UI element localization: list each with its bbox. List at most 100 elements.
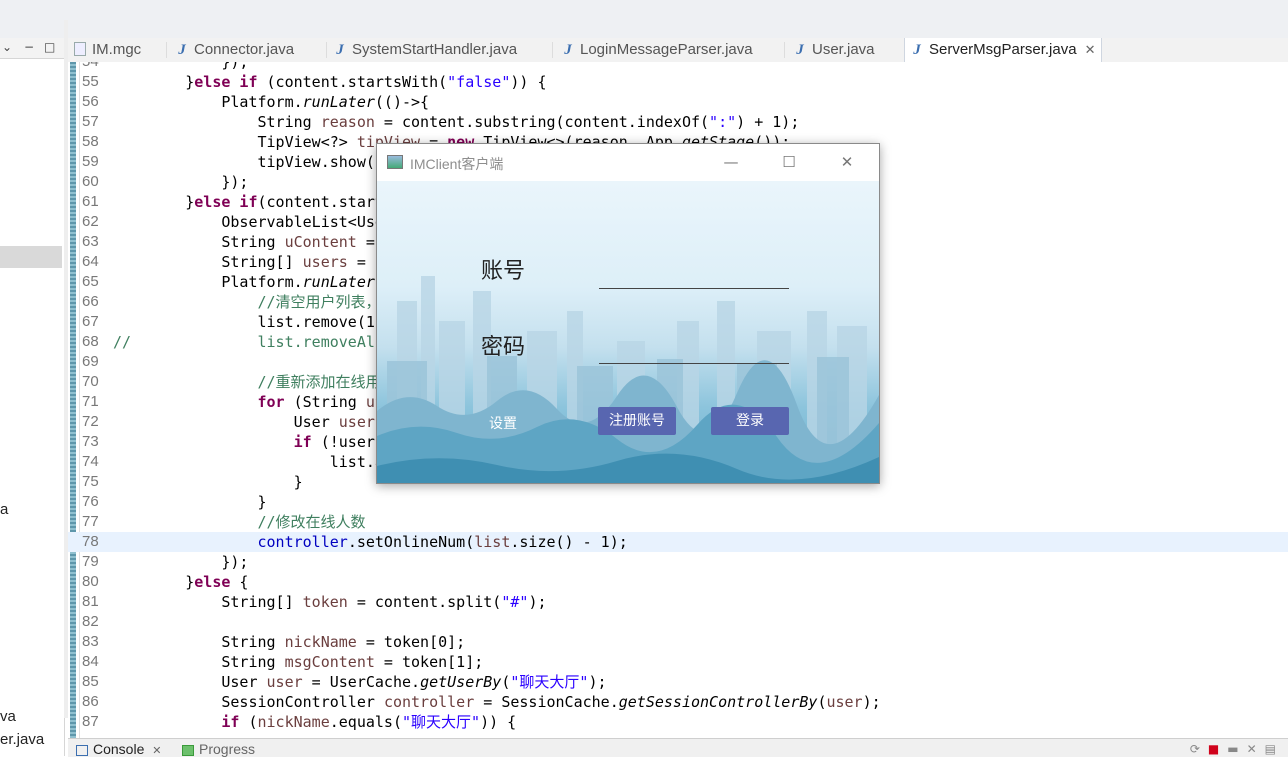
code-line: 84 String msgContent = token[1]; [68,652,1288,672]
code-line: 81 String[] token = content.split("#"); [68,592,1288,612]
code-text: // list.removeAll(); [113,333,412,351]
line-number: 56 [82,93,99,110]
code-text: if (nickName.equals("聊天大厅")) { [221,713,517,731]
java-file-icon: J [336,42,344,58]
code-text: String reason = content.substring(conten… [113,113,800,131]
selected-tree-item[interactable] [0,246,62,268]
code-line: 80 }else { [68,572,1288,592]
code-line: 54 }); [68,62,1288,72]
line-number: 74 [82,453,99,470]
line-number: 64 [82,253,99,270]
minimize-view-icon[interactable]: − [24,40,34,54]
line-number: 63 [82,233,99,250]
code-line: 76 } [68,492,1288,512]
remove-launch-icon[interactable]: ▬ [1227,742,1246,756]
current-code-line: 78 controller.setOnlineNum(list.size() -… [68,532,1288,552]
progress-icon [182,744,194,756]
account-input-underline [599,288,789,289]
line-number: 83 [82,633,99,650]
tree-item[interactable]: va [0,708,16,725]
line-number: 86 [82,693,99,710]
settings-button[interactable]: 设置 [489,413,517,433]
line-number: 67 [82,313,99,330]
tab-im-mgc[interactable]: IM.mgc [74,38,141,62]
view-menu-chevron-icon[interactable]: ⌄ [2,40,12,54]
line-number: 70 [82,373,99,390]
tab-label: ServerMsgParser.java [929,41,1077,58]
code-line: 86 SessionController controller = Sessio… [68,692,1288,712]
login-form: 账号 密码 设置 注册账号 登录 [377,181,879,483]
clear-console-icon[interactable]: ▤ [1265,742,1284,756]
tab-divider [784,42,785,58]
tab-label: Connector.java [194,41,295,58]
line-number: 72 [82,413,99,430]
line-number: 54 [82,62,108,72]
tab-label: IM.mgc [92,41,142,58]
close-tab-icon[interactable]: ✕ [1085,42,1096,57]
login-button[interactable]: 登录 [711,407,789,435]
console-icon [76,744,88,756]
code-line: 85 User user = UserCache.getUserBy("聊天大厅… [68,672,1288,692]
maximize-view-icon[interactable]: □ [44,40,55,54]
package-explorer-toolbar: ⌄ − □ [0,38,64,59]
tree-item[interactable]: er.java [0,731,44,748]
tab-progress[interactable]: Progress [182,742,255,757]
account-input[interactable] [599,251,789,287]
tab-loginmessageparser-java[interactable]: J LoginMessageParser.java [562,38,752,62]
tab-systemstarthandler-java[interactable]: J SystemStartHandler.java [334,38,517,62]
line-number: 87 [82,713,99,730]
code-text: }else if (content.startsWith("false")) { [113,73,547,91]
line-number: 78 [82,533,99,550]
password-input-underline [599,363,789,364]
tab-user-java[interactable]: J User.java [794,38,874,62]
code-text: String nickName = token[0]; [113,633,466,651]
window-titlebar[interactable]: IMClient客户端 — ☐ ✕ [377,144,879,181]
code-line: 79 }); [68,552,1288,572]
tab-servermsgparser-java[interactable]: J ServerMsgParser.java ✕ [904,38,1103,62]
line-number: 59 [82,153,99,170]
register-button[interactable]: 注册账号 [598,407,676,435]
close-button[interactable]: ✕ [827,150,867,174]
minimize-button[interactable]: — [711,150,751,174]
password-input[interactable] [599,327,789,363]
file-mgc-icon [74,42,86,57]
code-text: //重新添加在线用户 [257,373,396,391]
imclient-login-window: IMClient客户端 — ☐ ✕ 账号 密码 设置 注册账号 登录 [376,143,880,484]
code-text: }); [113,173,249,191]
code-line: 77 //修改在线人数 [68,512,1288,532]
code-line: 87 if (nickName.equals("聊天大厅")) { [68,712,1288,732]
tab-connector-java[interactable]: J Connector.java [176,38,294,62]
code-line: 55 }else if (content.startsWith("false")… [68,72,1288,92]
tab-label: SystemStartHandler.java [352,41,518,58]
tab-divider [166,42,167,58]
line-number: 71 [82,393,99,410]
tab-console[interactable]: Console ✕ [76,742,161,757]
line-number: 60 [82,173,99,190]
code-text: } [113,473,303,491]
line-number: 79 [82,553,99,570]
line-number: 84 [82,653,99,670]
line-number: 80 [82,573,99,590]
code-text: }); [113,553,249,571]
close-tab-icon[interactable]: ✕ [152,745,161,757]
window-title: IMClient客户端 [410,156,504,172]
code-text: User user = UserCache.getUserBy("聊天大厅"); [113,673,607,691]
code-line: 82 [68,612,1288,632]
line-number: 82 [82,613,99,630]
line-number: 81 [82,593,99,610]
tree-item[interactable]: a [0,501,8,518]
tab-label: Progress [199,741,256,757]
code-text: SessionController controller = SessionCa… [113,693,881,711]
code-text: String msgContent = token[1]; [113,653,484,671]
java-file-icon: J [178,42,186,58]
code-text: //修改在线人数 [257,513,366,531]
line-number: 76 [82,493,99,510]
remove-all-icon[interactable]: ✕ [1247,742,1265,756]
refresh-icon[interactable]: ⟳ [1190,742,1208,756]
terminate-icon[interactable]: ■ [1208,742,1227,756]
code-text: }); [113,62,249,71]
line-number: 62 [82,213,99,230]
java-file-icon: J [796,42,804,58]
code-text: }else { [113,573,249,591]
maximize-button[interactable]: ☐ [769,150,809,174]
